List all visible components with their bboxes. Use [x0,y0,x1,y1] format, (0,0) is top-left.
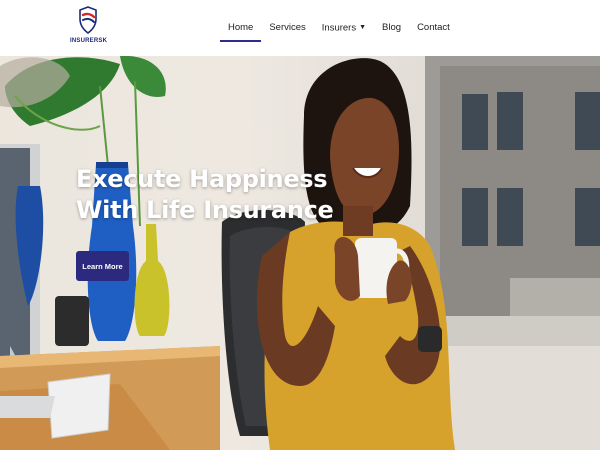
nav-item-home[interactable]: Home [220,16,262,42]
nav-item-label: Insurers [321,22,357,34]
nav-item-label: Blog [382,22,402,33]
brand-logo[interactable]: INSURERSK [70,6,108,48]
hero-section: Execute Happiness With Life Insurance Le… [0,56,600,450]
main-nav: Home Services Insurers ▼ Blog Contact [220,16,458,42]
nav-item-label: Home [228,22,254,33]
nav-item-label: Services [269,22,306,33]
chevron-down-icon: ▼ [359,24,367,31]
nav-item-insurers[interactable]: Insurers ▼ [314,16,374,42]
nav-item-contact[interactable]: Contact [409,16,458,42]
site-header: INSURERSK Home Services Insurers ▼ Blog C… [0,0,600,56]
shield-icon [79,6,97,34]
headline-line-1: Execute Happiness [76,165,328,193]
nav-item-services[interactable]: Services [261,16,313,42]
learn-more-button[interactable]: Learn More [76,251,129,281]
nav-item-label: Contact [417,22,450,33]
nav-item-blog[interactable]: Blog [374,16,409,42]
brand-name: INSURERSK [70,38,108,44]
hero-headline: Execute Happiness With Life Insurance [76,164,334,226]
headline-line-2: With Life Insurance [76,196,334,224]
